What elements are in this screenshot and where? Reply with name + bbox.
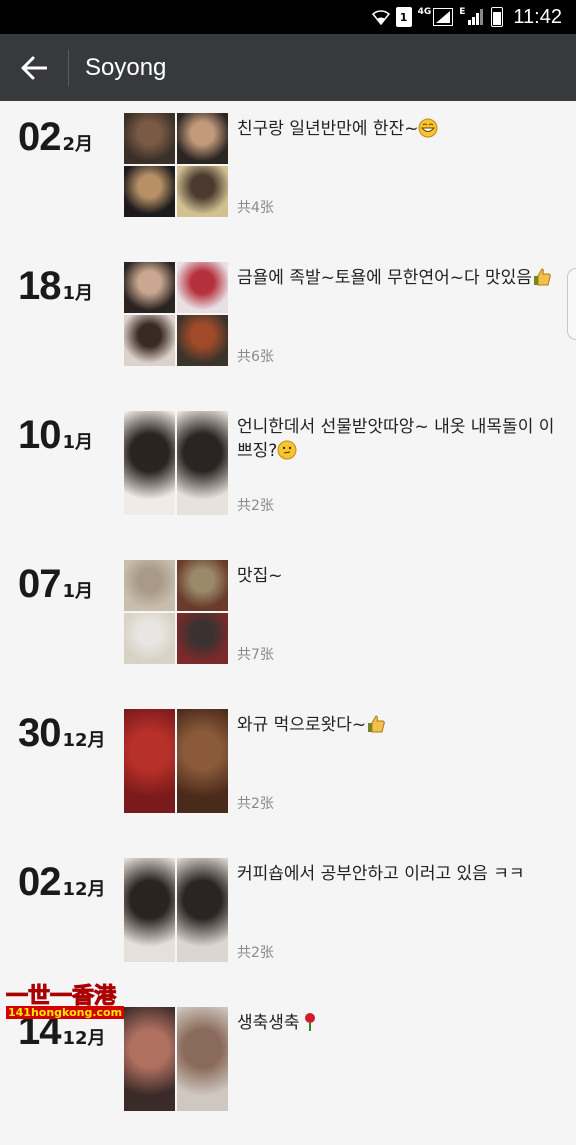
scroll-edge-indicator xyxy=(567,268,576,340)
back-button[interactable] xyxy=(0,34,68,101)
photo-thumbnail[interactable] xyxy=(177,709,228,813)
app-bar-divider xyxy=(68,49,69,86)
post-day: 02 xyxy=(18,860,61,904)
photo-thumbnail[interactable] xyxy=(124,560,175,611)
post-caption: 와규 먹으로왓다~ xyxy=(237,713,557,737)
photo-count: 共6张 xyxy=(237,349,274,365)
photo-thumbnail[interactable] xyxy=(124,113,175,164)
photo-thumbnail[interactable] xyxy=(177,858,228,962)
photo-grid[interactable] xyxy=(124,262,228,366)
post-month: 1月 xyxy=(62,581,94,602)
photo-count: 共4张 xyxy=(237,200,274,216)
photo-count: 共2张 xyxy=(237,945,274,961)
post-day: 10 xyxy=(18,413,61,457)
photo-count: 共2张 xyxy=(237,796,274,812)
signal-bars-icon xyxy=(467,8,485,26)
post-date: 07 1月 xyxy=(18,562,93,607)
site-watermark-logo: 一世一香港 141hongkong.com xyxy=(0,978,128,1024)
photo-thumbnail[interactable] xyxy=(177,113,228,164)
post-day: 07 xyxy=(18,562,61,606)
photo-thumbnail[interactable] xyxy=(177,1007,228,1111)
photo-thumbnail[interactable] xyxy=(177,166,228,217)
photo-thumbnail[interactable] xyxy=(177,560,228,611)
arrow-left-icon xyxy=(21,56,47,79)
post-caption: 금욜에 족발~토욜에 무한연어~다 맛있음 xyxy=(237,266,557,290)
thumbs-up-icon xyxy=(366,715,386,735)
photo-thumbnail[interactable] xyxy=(124,315,175,366)
post-caption-text: 맛집~ xyxy=(237,566,283,586)
timeline-post[interactable]: 07 1月 맛집~ 共7张 xyxy=(0,548,576,698)
photo-thumbnail[interactable] xyxy=(124,858,175,962)
photo-count: 共2张 xyxy=(237,498,274,514)
post-caption-text: 친구랑 일년반만에 한잔~ xyxy=(237,119,419,139)
post-caption: 친구랑 일년반만에 한잔~ xyxy=(237,117,557,141)
sim-card-icon: 1 xyxy=(395,7,412,27)
timeline-post[interactable]: 02 2月 친구랑 일년반만에 한잔~ 共4张 xyxy=(0,101,576,251)
page-title: Soyong xyxy=(85,53,167,81)
photo-grid[interactable] xyxy=(124,858,228,962)
photo-thumbnail[interactable] xyxy=(177,262,228,313)
post-month: 12月 xyxy=(62,1028,106,1049)
photo-thumbnail[interactable] xyxy=(124,262,175,313)
post-month: 2月 xyxy=(62,134,94,155)
post-caption: 커피숍에서 공부안하고 이러고 있음 ㅋㅋ xyxy=(237,862,557,886)
photo-thumbnail[interactable] xyxy=(124,411,175,515)
photo-grid[interactable] xyxy=(124,560,228,664)
post-date: 10 1月 xyxy=(18,413,93,458)
post-caption-text: 와규 먹으로왓다~ xyxy=(237,715,367,735)
photo-thumbnail[interactable] xyxy=(177,613,228,664)
photo-grid[interactable] xyxy=(124,411,228,515)
timeline-post[interactable]: 18 1月 금욜에 족발~토욜에 무한연어~다 맛있음 共6张 xyxy=(0,250,576,400)
post-month: 1月 xyxy=(62,283,94,304)
photo-grid[interactable] xyxy=(124,709,228,813)
wifi-icon xyxy=(371,9,390,25)
post-day: 18 xyxy=(18,264,61,308)
post-caption: 생축생축 xyxy=(237,1011,557,1035)
photo-thumbnail[interactable] xyxy=(124,1007,175,1111)
post-date: 02 2月 xyxy=(18,115,93,160)
signal-strength-icon xyxy=(433,8,454,26)
thumbs-up-icon xyxy=(532,268,552,288)
thinking-face-icon xyxy=(277,440,297,461)
timeline-post[interactable]: 10 1月 언니한데서 선물받앗따앙~ 내옷 내목돌이 이쁘징? 共2张 xyxy=(0,399,576,549)
photo-thumbnail[interactable] xyxy=(124,709,175,813)
photo-thumbnail[interactable] xyxy=(177,315,228,366)
rose-icon xyxy=(300,1013,320,1033)
status-bar: 1 4G E 11:42 xyxy=(0,0,576,34)
post-date: 18 1月 xyxy=(18,264,93,309)
post-day: 30 xyxy=(18,711,61,755)
post-date: 02 12月 xyxy=(18,860,106,905)
photo-count: 共7张 xyxy=(237,647,274,663)
post-caption-text: 커피숍에서 공부안하고 이러고 있음 ㅋㅋ xyxy=(237,864,525,884)
photo-thumbnail[interactable] xyxy=(177,411,228,515)
app-bar: Soyong xyxy=(0,34,576,101)
timeline-post[interactable]: 30 12月 와규 먹으로왓다~ 共2张 xyxy=(0,697,576,847)
post-month: 12月 xyxy=(62,879,106,900)
battery-icon xyxy=(491,7,504,27)
clock-time: 11:42 xyxy=(513,5,562,28)
post-caption-text: 생축생축 xyxy=(237,1013,300,1033)
post-date: 30 12月 xyxy=(18,711,106,756)
post-month: 12月 xyxy=(62,730,106,751)
photo-thumbnail[interactable] xyxy=(124,166,175,217)
post-caption: 맛집~ xyxy=(237,564,557,588)
watermark-line2: 141hongkong.com xyxy=(6,1006,125,1019)
network-type-label: 4G xyxy=(417,7,432,17)
post-month: 1月 xyxy=(62,432,94,453)
network-type-label-2: E xyxy=(459,7,466,17)
timeline-post[interactable]: 02 12月 커피숍에서 공부안하고 이러고 있음 ㅋㅋ共2张 xyxy=(0,846,576,996)
post-caption: 언니한데서 선물받앗따앙~ 내옷 내목돌이 이쁘징? xyxy=(237,415,557,463)
photo-thumbnail[interactable] xyxy=(124,613,175,664)
post-day: 02 xyxy=(18,115,61,159)
photo-grid[interactable] xyxy=(124,1007,228,1111)
photo-grid[interactable] xyxy=(124,113,228,217)
post-caption-text: 금욜에 족발~토욜에 무한연어~다 맛있음 xyxy=(237,268,532,288)
grinning-face-icon xyxy=(418,118,438,139)
